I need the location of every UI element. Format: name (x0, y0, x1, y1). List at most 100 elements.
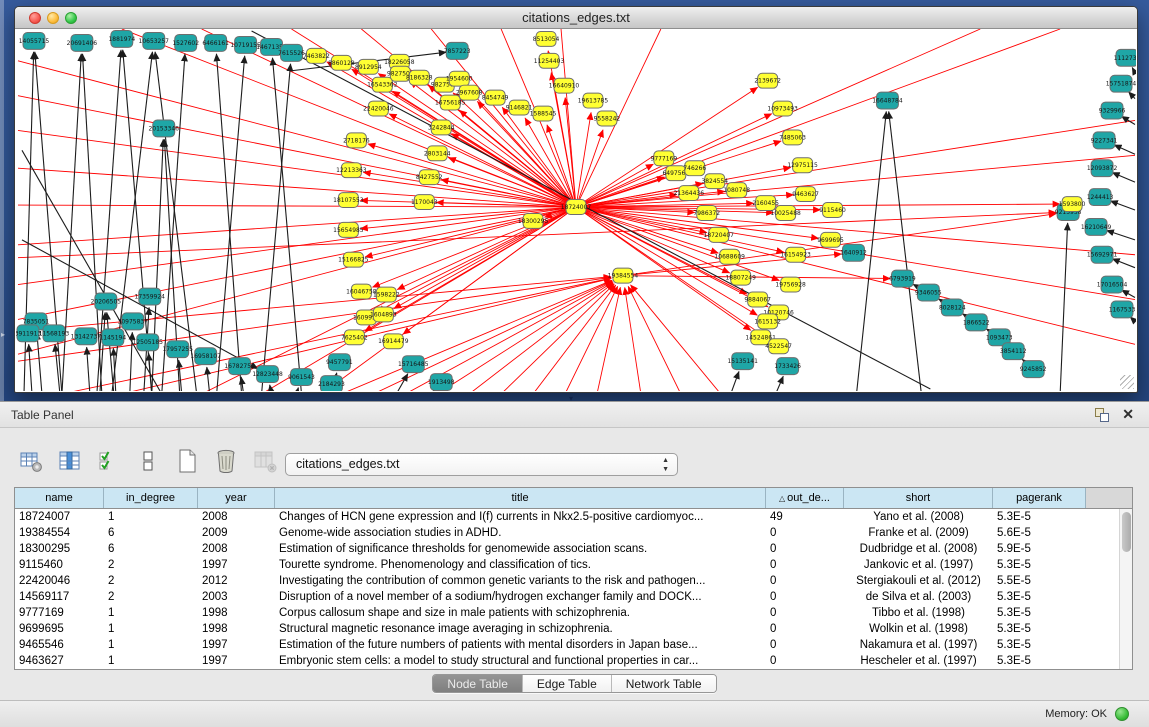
network-node[interactable]: 12213363 (336, 163, 367, 178)
network-node[interactable]: 1527602 (172, 34, 199, 51)
table-cell[interactable]: 2003 (198, 589, 275, 605)
table-row[interactable]: 2242004622012Investigating the contribut… (15, 573, 1119, 589)
table-cell[interactable]: 2008 (198, 509, 275, 525)
table-cell[interactable]: 0 (766, 525, 844, 541)
table-cell[interactable]: Structural magnetic resonance image aver… (275, 621, 766, 637)
table-cell[interactable]: Embryonic stem cells: a model to study s… (275, 653, 766, 669)
network-node[interactable]: 9457791 (326, 354, 353, 371)
table-cell[interactable]: 0 (766, 573, 844, 589)
network-node[interactable]: 2718176 (343, 133, 370, 148)
network-node[interactable]: 13142737 (71, 328, 102, 345)
network-node[interactable]: 8860128 (328, 55, 355, 70)
table-cell[interactable]: 2 (104, 573, 198, 589)
network-node[interactable]: 15135141 (727, 353, 758, 370)
network-node[interactable]: 1615132 (754, 314, 781, 329)
network-node[interactable]: 8513054 (533, 31, 560, 46)
column-header-title[interactable]: title (275, 488, 766, 508)
network-node[interactable]: 8454749 (482, 90, 509, 105)
network-node[interactable]: 30975837 (118, 313, 149, 330)
table-cell[interactable]: 5.5E-5 (993, 573, 1086, 589)
column-header-name[interactable]: name (15, 488, 104, 508)
network-node[interactable]: 15166825 (338, 252, 369, 267)
network-node[interactable]: 1954600 (446, 71, 473, 86)
network-node[interactable]: 9329966 (1099, 102, 1126, 119)
table-cell[interactable]: 0 (766, 557, 844, 573)
table-cell[interactable]: 0 (766, 589, 844, 605)
network-node[interactable]: 20153346 (149, 120, 180, 137)
network-node[interactable]: 15716485 (398, 356, 429, 373)
table-cell[interactable]: Nakamura et al. (1997) (844, 637, 993, 653)
citation-network-graph[interactable]: 1405571520691406188197410653257152760264… (16, 29, 1136, 391)
column-header-in_degree[interactable]: in_degree (104, 488, 198, 508)
table-cell[interactable]: 2 (104, 589, 198, 605)
table-cell[interactable]: 2012 (198, 573, 275, 589)
network-node[interactable]: 9346055 (915, 284, 942, 301)
network-node[interactable]: 19384554 (608, 268, 639, 283)
table-row[interactable]: 1456911722003Disruption of a novel membe… (15, 589, 1119, 605)
network-node[interactable]: 16914479 (378, 334, 409, 349)
network-node[interactable]: 19756928 (775, 277, 806, 292)
network-node[interactable]: 1598222 (373, 287, 400, 302)
table-cell[interactable]: 49 (766, 509, 844, 525)
table-cell[interactable]: 5.3E-5 (993, 653, 1086, 669)
table-cell[interactable]: Tourette syndrome. Phenomenology and cla… (275, 557, 766, 573)
network-node[interactable]: 1588545 (530, 106, 557, 121)
table-cell[interactable]: 18724007 (15, 509, 104, 525)
table-cell[interactable]: 5.9E-5 (993, 541, 1086, 557)
network-node[interactable]: 10653257 (139, 32, 170, 49)
table-row[interactable]: 977716911998Corpus callosum shape and si… (15, 605, 1119, 621)
table-cell[interactable]: 0 (766, 605, 844, 621)
scrollbar-thumb[interactable] (1122, 512, 1131, 552)
network-node[interactable]: 1080748 (723, 183, 750, 198)
table-cell[interactable]: 0 (766, 637, 844, 653)
network-node[interactable]: 9699695 (817, 232, 844, 247)
network-node[interactable]: 15751874 (1106, 75, 1136, 92)
table-cell[interactable]: Dudbridge et al. (2008) (844, 541, 993, 557)
table-cell[interactable]: 1 (104, 653, 198, 669)
table-cell[interactable]: 5.3E-5 (993, 509, 1086, 525)
network-node[interactable]: 17016504 (1097, 276, 1128, 293)
network-node[interactable]: 16210649 (1081, 218, 1112, 235)
column-header-year[interactable]: year (198, 488, 275, 508)
float-panel-icon[interactable] (1095, 408, 1109, 422)
close-panel-icon[interactable]: ✕ (1122, 406, 1134, 423)
network-node[interactable]: 9463627 (792, 187, 819, 202)
table-cell[interactable]: 5.6E-5 (993, 525, 1086, 541)
tab-network-table[interactable]: Network Table (611, 675, 716, 692)
delete-column-button[interactable] (213, 448, 239, 474)
table-cell[interactable]: 9463627 (15, 653, 104, 669)
memory-ok-indicator[interactable] (1115, 707, 1129, 721)
column-header-short[interactable]: short (844, 488, 993, 508)
network-node[interactable]: 1593800 (1059, 197, 1086, 212)
table-cell[interactable]: Investigating the contribution of common… (275, 573, 766, 589)
table-cell[interactable]: 6 (104, 525, 198, 541)
network-node[interactable]: 8028124 (939, 299, 966, 316)
table-cell[interactable]: 1998 (198, 605, 275, 621)
table-cell[interactable]: Tibbo et al. (1998) (844, 605, 993, 621)
network-node[interactable]: 14055715 (19, 32, 50, 49)
table-cell[interactable]: Disruption of a novel member of a sodium… (275, 589, 766, 605)
network-node[interactable]: 1733426 (774, 358, 801, 375)
network-node[interactable]: 6466161 (202, 34, 229, 51)
table-cell[interactable]: Estimation of the future numbers of pati… (275, 637, 766, 653)
table-cell[interactable]: 1997 (198, 653, 275, 669)
network-node[interactable]: 3242844 (428, 120, 455, 135)
table-cell[interactable]: Estimation of significance thresholds fo… (275, 541, 766, 557)
network-node[interactable]: 1913498 (428, 374, 455, 391)
network-node[interactable]: 1866522 (963, 314, 990, 331)
table-cell[interactable]: Corpus callosum shape and size in male p… (275, 605, 766, 621)
network-node[interactable]: 11568193 (39, 325, 70, 342)
network-node[interactable]: 9115460 (819, 203, 846, 218)
network-node[interactable]: 1170043 (411, 195, 438, 210)
network-node[interactable]: 11254403 (534, 53, 565, 68)
network-node[interactable]: 1881974 (108, 30, 135, 47)
table-cell[interactable]: 2008 (198, 541, 275, 557)
table-cell[interactable]: Hescheler et al. (1997) (844, 653, 993, 669)
network-canvas[interactable]: 1405571520691406188197410653257152760264… (16, 29, 1136, 391)
network-node[interactable]: 9884067 (744, 292, 771, 307)
table-row[interactable]: 911546021997Tourette syndrome. Phenomeno… (15, 557, 1119, 573)
table-cell[interactable]: 9699695 (15, 621, 104, 637)
network-node[interactable]: 7857223 (444, 42, 471, 59)
table-settings-button[interactable] (18, 448, 44, 474)
table-cell[interactable]: 9777169 (15, 605, 104, 621)
